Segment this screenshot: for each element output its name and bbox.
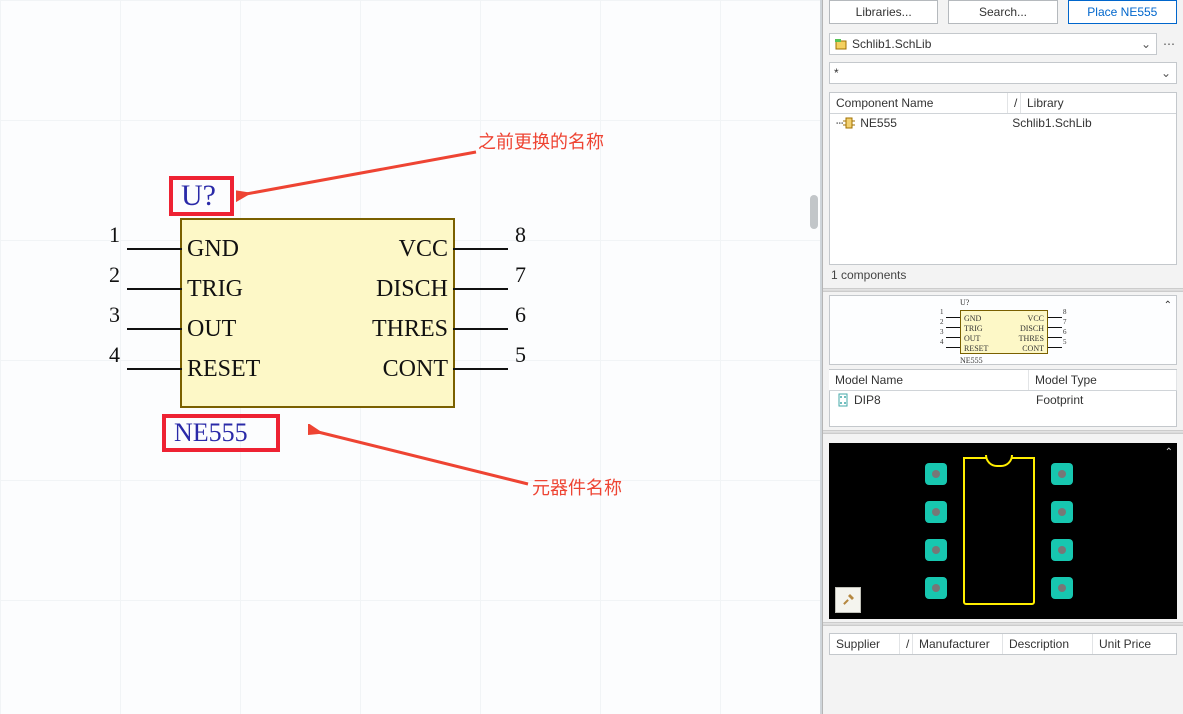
pin-7[interactable]: 7DISCH xyxy=(453,288,508,290)
col-library[interactable]: Library xyxy=(1021,93,1176,113)
pin-8[interactable]: 8VCC xyxy=(453,248,508,250)
schematic-canvas[interactable]: 之前更换的名称 元器件名称 U? 1GND 2TRIG 3OUT 4RESET … xyxy=(0,0,822,714)
footprint-preview[interactable]: ⌃ xyxy=(829,443,1177,619)
arrow-to-name xyxy=(308,424,534,490)
model-row[interactable]: DIP8 Footprint xyxy=(830,391,1176,409)
chevron-down-icon: ⌄ xyxy=(1140,37,1152,51)
annotation-designator-note: 之前更换的名称 xyxy=(478,128,604,154)
pin-3[interactable]: 3OUT xyxy=(127,328,182,330)
arrow-to-designator xyxy=(236,148,482,204)
pin-5[interactable]: 5CONT xyxy=(453,368,508,370)
component-name[interactable]: NE555 xyxy=(162,414,280,452)
libraries-button[interactable]: Libraries... xyxy=(829,0,938,24)
footprint-icon xyxy=(836,393,850,407)
annotation-name-note: 元器件名称 xyxy=(532,474,622,500)
col-description[interactable]: Description xyxy=(1003,634,1093,654)
library-select[interactable]: Schlib1.SchLib ⌄ xyxy=(829,33,1157,55)
supplier-table-header: Supplier / Manufacturer Description Unit… xyxy=(829,633,1177,655)
component-filter-input[interactable]: * ⌄ xyxy=(829,62,1177,84)
col-model-name[interactable]: Model Name xyxy=(829,370,1029,390)
chevron-up-icon[interactable]: ⌃ xyxy=(1165,447,1173,458)
hammer-icon xyxy=(840,592,856,608)
col-model-type[interactable]: Model Type xyxy=(1029,370,1177,390)
libraries-panel: Libraries... Search... Place NE555 Schli… xyxy=(822,0,1183,714)
component-count: 1 components xyxy=(823,265,1183,285)
list-item[interactable]: ⋯ NE555 Schlib1.SchLib xyxy=(830,114,1176,132)
col-manufacturer[interactable]: Manufacturer xyxy=(913,634,1003,654)
chevron-down-icon: ⌄ xyxy=(1160,66,1172,80)
col-unit-price[interactable]: Unit Price xyxy=(1093,634,1176,654)
schematic-preview: ⌃ U? GND TRIG OUT RESET VCC DISCH THRES … xyxy=(829,295,1177,365)
splitter[interactable] xyxy=(823,622,1183,626)
splitter[interactable] xyxy=(823,430,1183,434)
pin-6[interactable]: 6THRES xyxy=(453,328,508,330)
pin-1[interactable]: 1GND xyxy=(127,248,182,250)
col-supplier[interactable]: Supplier xyxy=(830,634,900,654)
place-button[interactable]: Place NE555 xyxy=(1068,0,1177,24)
col-component-name[interactable]: Component Name xyxy=(830,93,1008,113)
chevron-up-icon[interactable]: ⌃ xyxy=(1164,300,1172,311)
hammer-tool-button[interactable] xyxy=(835,587,861,613)
pin-2[interactable]: 2TRIG xyxy=(127,288,182,290)
search-button[interactable]: Search... xyxy=(948,0,1057,24)
more-icon[interactable]: ⋯ xyxy=(1161,37,1177,51)
component-list: Component Name / Library ⋯ NE555 Schlib1… xyxy=(829,92,1177,265)
component-icon xyxy=(842,116,856,130)
splitter[interactable] xyxy=(823,288,1183,292)
schlib-icon xyxy=(834,37,848,51)
pin-4[interactable]: 4RESET xyxy=(127,368,182,370)
component-designator[interactable]: U? xyxy=(169,176,234,216)
component-body[interactable]: 1GND 2TRIG 3OUT 4RESET 8VCC 7DISCH 6THRE… xyxy=(180,218,455,408)
